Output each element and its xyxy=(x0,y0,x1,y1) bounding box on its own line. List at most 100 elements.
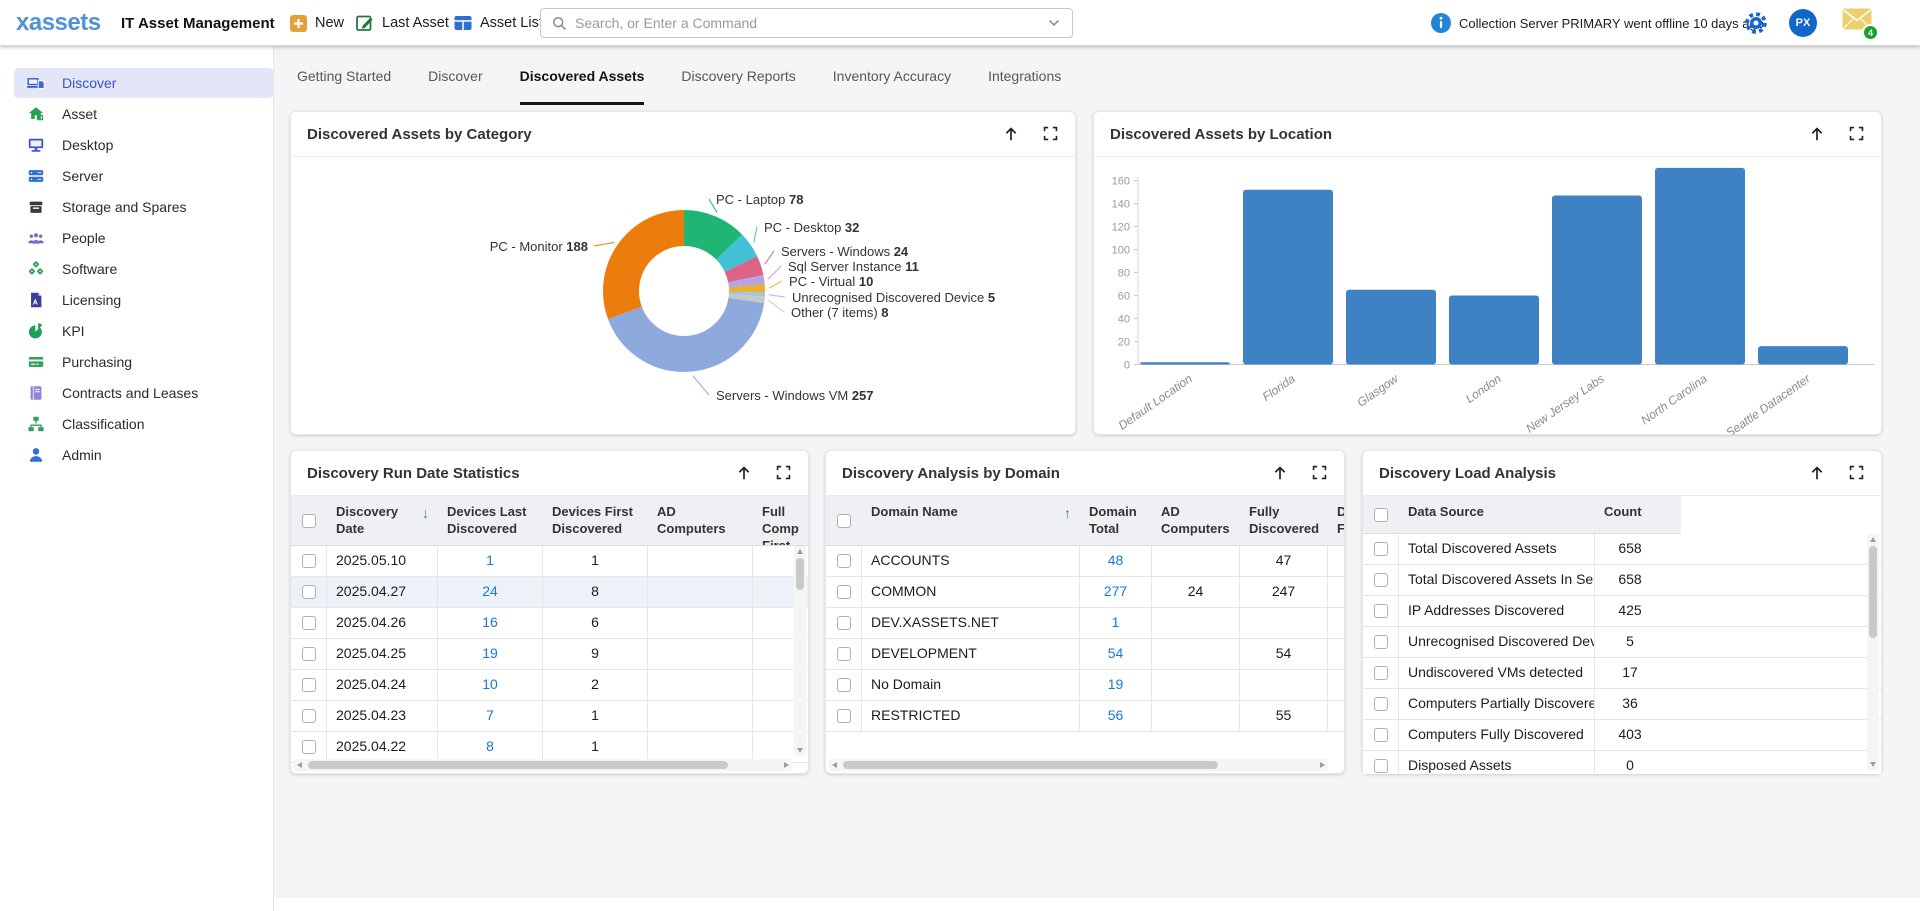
table-cell[interactable]: 24 xyxy=(438,577,543,607)
table-row[interactable]: 2025.04.25199 xyxy=(291,639,808,670)
table-row[interactable]: COMMON27724247 xyxy=(826,577,1344,608)
mail-icon[interactable]: 4 xyxy=(1842,8,1882,42)
table-cell[interactable]: 48 xyxy=(1080,546,1152,576)
chevron-down-icon[interactable] xyxy=(1046,15,1062,31)
tab-inventory-accuracy[interactable]: Inventory Accuracy xyxy=(833,59,951,105)
tab-getting-started[interactable]: Getting Started xyxy=(297,59,391,105)
last-asset-button[interactable]: Last Asset xyxy=(355,11,449,35)
table-cell[interactable]: 1 xyxy=(1080,608,1152,638)
select-all-checkbox[interactable] xyxy=(1374,508,1388,522)
sidebar-item-people[interactable]: People xyxy=(14,223,273,253)
tab-integrations[interactable]: Integrations xyxy=(988,59,1061,105)
column-header[interactable]: DisFail xyxy=(1328,496,1344,545)
row-checkbox[interactable] xyxy=(837,678,851,692)
row-checkbox[interactable] xyxy=(837,554,851,568)
table-row[interactable]: Undiscovered VMs detected17 xyxy=(1363,658,1881,689)
column-header[interactable]: Full CompFirst Disc xyxy=(753,496,808,545)
table-row[interactable]: 2025.04.2371 xyxy=(291,701,808,732)
row-checkbox[interactable] xyxy=(1374,573,1388,587)
info-icon[interactable] xyxy=(1430,12,1452,34)
export-up-arrow-icon[interactable] xyxy=(1808,125,1826,143)
sidebar-item-admin[interactable]: Admin xyxy=(14,440,273,470)
search-input[interactable] xyxy=(575,15,1046,31)
tab-discovered-assets[interactable]: Discovered Assets xyxy=(520,59,645,105)
table-row[interactable]: ACCOUNTS4847 xyxy=(826,546,1344,577)
table-cell[interactable]: 10 xyxy=(438,670,543,700)
row-checkbox[interactable] xyxy=(837,647,851,661)
horizontal-scrollbar[interactable] xyxy=(829,759,1328,771)
table-row[interactable]: No Domain19 xyxy=(826,670,1344,701)
row-checkbox[interactable] xyxy=(1374,604,1388,618)
column-header[interactable]: DomainTotal xyxy=(1080,496,1152,545)
table-row[interactable]: Computers Partially Discovered36 xyxy=(1363,689,1881,720)
tab-discover[interactable]: Discover xyxy=(428,59,482,105)
sidebar-item-server[interactable]: Server xyxy=(14,161,273,191)
table-cell[interactable]: 7 xyxy=(438,701,543,731)
table-row[interactable]: DEVELOPMENT5454 xyxy=(826,639,1344,670)
horizontal-scrollbar[interactable] xyxy=(294,759,792,771)
table-row[interactable]: Total Discovered Assets In Service658 xyxy=(1363,565,1881,596)
table-cell[interactable]: 277 xyxy=(1080,577,1152,607)
row-checkbox[interactable] xyxy=(302,647,316,661)
table-row[interactable]: Total Discovered Assets658 xyxy=(1363,534,1881,565)
row-checkbox[interactable] xyxy=(837,709,851,723)
select-all-checkbox[interactable] xyxy=(837,514,851,528)
expand-icon[interactable] xyxy=(775,464,792,482)
table-cell[interactable]: 19 xyxy=(438,639,543,669)
row-checkbox[interactable] xyxy=(1374,728,1388,742)
sidebar-item-licensing[interactable]: Licensing xyxy=(14,285,273,315)
sidebar-item-kpi[interactable]: KPI xyxy=(14,316,273,346)
table-row[interactable]: Disposed Assets0 xyxy=(1363,751,1881,774)
sidebar-item-contracts-and-leases[interactable]: Contracts and Leases xyxy=(14,378,273,408)
row-checkbox[interactable] xyxy=(302,709,316,723)
table-row[interactable]: 2025.04.24102 xyxy=(291,670,808,701)
gear-icon[interactable] xyxy=(1744,11,1768,35)
command-search[interactable] xyxy=(540,8,1073,38)
table-row[interactable]: 2025.04.26166 xyxy=(291,608,808,639)
vertical-scrollbar[interactable] xyxy=(1867,534,1879,770)
table-cell[interactable]: 19 xyxy=(1080,670,1152,700)
column-header[interactable]: Devices FirstDiscovered xyxy=(543,496,648,545)
row-checkbox[interactable] xyxy=(302,740,316,754)
sidebar-item-software[interactable]: Software xyxy=(14,254,273,284)
expand-icon[interactable] xyxy=(1042,125,1059,143)
select-all-checkbox[interactable] xyxy=(302,514,316,528)
column-header[interactable]: FullyDiscovered xyxy=(1240,496,1328,545)
row-checkbox[interactable] xyxy=(837,585,851,599)
table-row[interactable]: RESTRICTED5655 xyxy=(826,701,1344,732)
row-checkbox[interactable] xyxy=(302,585,316,599)
row-checkbox[interactable] xyxy=(302,678,316,692)
column-header[interactable]: Data Source xyxy=(1399,496,1595,533)
sidebar-item-discover[interactable]: Discover xyxy=(14,68,273,98)
new-button[interactable]: New xyxy=(289,11,344,35)
column-header[interactable]: ADComputers xyxy=(1152,496,1240,545)
table-row[interactable]: 2025.05.1011 xyxy=(291,546,808,577)
row-checkbox[interactable] xyxy=(1374,666,1388,680)
column-header[interactable]: Domain Name↑ xyxy=(862,496,1080,545)
sidebar-item-desktop[interactable]: Desktop xyxy=(14,130,273,160)
table-row[interactable]: Unrecognised Discovered Devices5 xyxy=(1363,627,1881,658)
expand-icon[interactable] xyxy=(1848,125,1865,143)
table-cell[interactable]: 8 xyxy=(438,732,543,762)
column-header[interactable]: AD Computers xyxy=(648,496,753,545)
avatar[interactable]: PX xyxy=(1789,9,1817,37)
column-header[interactable]: Discovery Date↓ xyxy=(327,496,438,545)
sidebar-item-classification[interactable]: Classification xyxy=(14,409,273,439)
table-row[interactable]: DEV.XASSETS.NET1 xyxy=(826,608,1344,639)
asset-list-button[interactable]: Asset List xyxy=(453,11,543,35)
row-checkbox[interactable] xyxy=(302,554,316,568)
row-checkbox[interactable] xyxy=(1374,635,1388,649)
table-row[interactable]: 2025.04.27248 xyxy=(291,577,808,608)
xassets-logo[interactable]: xassets xyxy=(16,9,101,37)
sort-up-icon[interactable]: ↑ xyxy=(1064,504,1071,522)
sidebar-item-purchasing[interactable]: Purchasing xyxy=(14,347,273,377)
export-up-arrow-icon[interactable] xyxy=(735,464,753,482)
expand-icon[interactable] xyxy=(1311,464,1328,482)
table-row[interactable]: Computers Fully Discovered403 xyxy=(1363,720,1881,751)
tab-discovery-reports[interactable]: Discovery Reports xyxy=(681,59,795,105)
row-checkbox[interactable] xyxy=(1374,697,1388,711)
column-header[interactable]: Devices LastDiscovered xyxy=(438,496,543,545)
export-up-arrow-icon[interactable] xyxy=(1271,464,1289,482)
table-row[interactable]: IP Addresses Discovered425 xyxy=(1363,596,1881,627)
sort-down-icon[interactable]: ↓ xyxy=(422,504,429,522)
